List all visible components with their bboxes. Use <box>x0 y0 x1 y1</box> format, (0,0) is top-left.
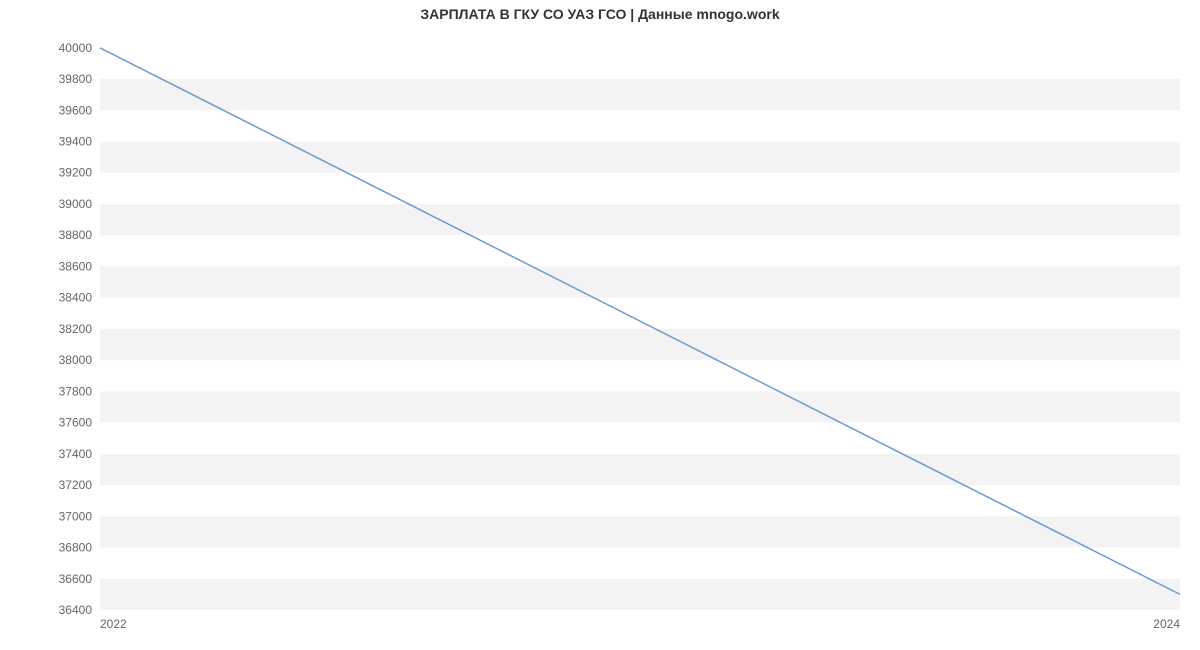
y-tick-label: 39400 <box>59 135 93 149</box>
grid-band <box>100 329 1180 360</box>
y-tick-label: 37600 <box>59 416 93 430</box>
grid-band <box>100 79 1180 110</box>
x-tick-label: 2022 <box>100 617 127 631</box>
grid-band <box>100 391 1180 422</box>
y-tick-label: 39600 <box>59 103 93 117</box>
y-tick-label: 39800 <box>59 72 93 86</box>
y-tick-label: 36800 <box>59 541 93 555</box>
y-tick-label: 38800 <box>59 228 93 242</box>
grid-band <box>100 142 1180 173</box>
y-tick-label: 38200 <box>59 322 93 336</box>
y-tick-label: 37200 <box>59 478 93 492</box>
grid-band <box>100 516 1180 547</box>
grid-band <box>100 204 1180 235</box>
x-tick-label: 2024 <box>1153 617 1180 631</box>
y-tick-label: 36400 <box>59 603 93 617</box>
y-tick-label: 38400 <box>59 291 93 305</box>
grid-band <box>100 454 1180 485</box>
grid-band <box>100 266 1180 297</box>
chart-container: ЗАРПЛАТА В ГКУ СО УАЗ ГСО | Данные mnogo… <box>0 0 1200 650</box>
y-tick-label: 39000 <box>59 197 93 211</box>
y-tick-label: 39200 <box>59 166 93 180</box>
data-line <box>100 48 1180 595</box>
y-tick-label: 37400 <box>59 447 93 461</box>
y-tick-label: 38000 <box>59 353 93 367</box>
chart-svg: 36400 36600 36800 37000 37200 37400 37600 37800… <box>0 0 1200 650</box>
y-tick-label: 36600 <box>59 572 93 586</box>
y-tick-label: 37800 <box>59 384 93 398</box>
chart-title: ЗАРПЛАТА В ГКУ СО УАЗ ГСО | Данные mnogo… <box>0 6 1200 22</box>
grid-band <box>100 579 1180 610</box>
y-tick-label: 38600 <box>59 259 93 273</box>
y-tick-label: 40000 <box>59 41 93 55</box>
y-tick-label: 37000 <box>59 509 93 523</box>
